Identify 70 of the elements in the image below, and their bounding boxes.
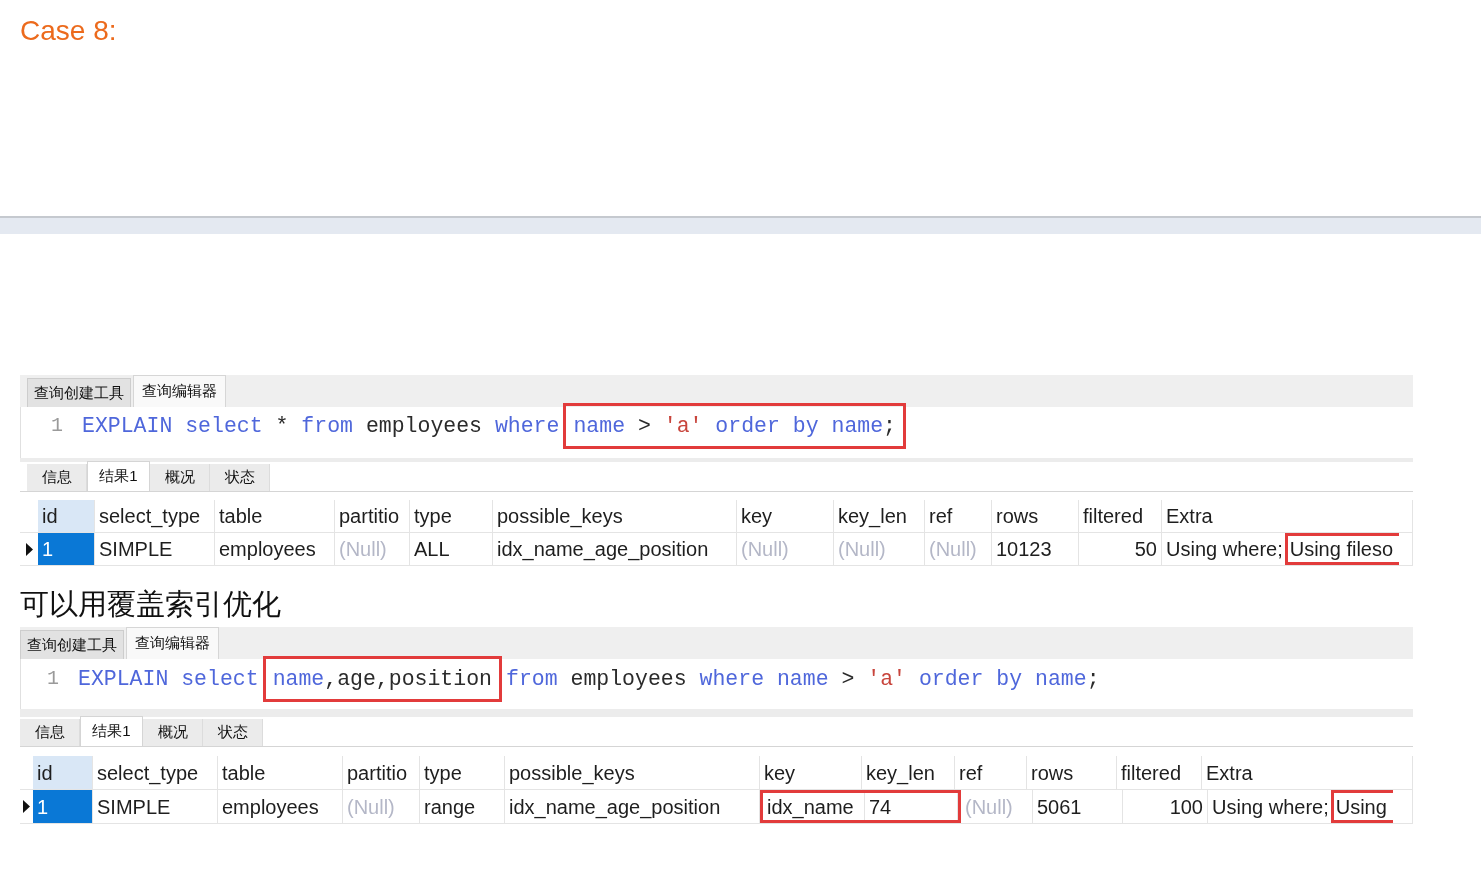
table-cell: (Null)	[343, 790, 420, 823]
editor-tab[interactable]: 查询创建工具	[27, 378, 131, 407]
column-header[interactable]: id	[38, 500, 95, 532]
cell-text: Using where;	[1166, 537, 1283, 562]
column-header[interactable]: Extra	[1162, 500, 1413, 532]
table-cell: 50	[1079, 533, 1162, 565]
column-header[interactable]: partitio	[343, 756, 420, 789]
column-header[interactable]: Extra	[1202, 756, 1413, 789]
column-header[interactable]: rows	[1027, 756, 1117, 789]
editor-tab[interactable]: 查询编辑器	[126, 627, 219, 659]
column-header[interactable]: ref	[955, 756, 1027, 789]
cell-text: Using fileso	[1289, 537, 1394, 562]
result-tab[interactable]: 结果1	[87, 461, 150, 491]
table-cell: SIMPLE	[93, 790, 218, 823]
line-number: 1	[50, 414, 63, 438]
column-header[interactable]: filtered	[1079, 500, 1162, 532]
caption-text: 可以用覆盖索引优化	[19, 587, 282, 622]
result-tab[interactable]: 状态	[203, 719, 263, 746]
line-number: 1	[46, 667, 59, 691]
editor-tab[interactable]: 查询编辑器	[133, 375, 226, 407]
table-cell: (Null)	[335, 533, 410, 565]
column-header[interactable]: possible_keys	[505, 756, 760, 789]
column-header[interactable]: key_len	[862, 756, 955, 789]
code-text: from employees where name > 'a' order by name;	[506, 667, 1100, 691]
table-cell: range	[420, 790, 505, 823]
result-tab[interactable]: 状态	[210, 464, 270, 491]
column-header[interactable]: ref	[925, 500, 992, 532]
table-cell: idx_name_age_position	[493, 533, 737, 565]
table-cell: 74	[865, 793, 958, 820]
code-text: name,age,position	[272, 667, 492, 691]
table-cell: employees	[215, 533, 335, 565]
column-header[interactable]: select_type	[95, 500, 215, 532]
table-cell: (Null)	[834, 533, 925, 565]
code-text: EXPLAIN select * from employees where	[82, 414, 560, 438]
column-header[interactable]: filtered	[1117, 756, 1202, 789]
table-cell: 5061	[1033, 790, 1123, 823]
table-cell: (Null)	[737, 533, 834, 565]
code-text: EXPLAIN select	[78, 667, 259, 691]
table-cell: ALL	[410, 533, 493, 565]
table-cell: SIMPLE	[95, 533, 215, 565]
column-header[interactable]: table	[218, 756, 343, 789]
column-header[interactable]: type	[410, 500, 493, 532]
column-header[interactable]: partitio	[335, 500, 410, 532]
table-cell: employees	[218, 790, 343, 823]
column-header[interactable]: key	[760, 756, 862, 789]
table-cell: 100	[1123, 790, 1208, 823]
column-header[interactable]: key_len	[834, 500, 925, 532]
code-text: name > 'a' order by name;	[573, 414, 896, 438]
cell-text: Using where;	[1212, 794, 1329, 820]
table-cell: idx_name	[763, 793, 865, 820]
column-header[interactable]: type	[420, 756, 505, 789]
column-header[interactable]: possible_keys	[493, 500, 737, 532]
result-tab[interactable]: 结果1	[80, 716, 143, 746]
column-header[interactable]: id	[33, 756, 93, 789]
table-cell: idx_name_age_position	[505, 790, 760, 823]
result-tab[interactable]: 概况	[150, 464, 210, 491]
column-header[interactable]: rows	[992, 500, 1079, 532]
column-header[interactable]: select_type	[93, 756, 218, 789]
column-header[interactable]: key	[737, 500, 834, 532]
table-cell: 10123	[992, 533, 1079, 565]
table-cell: 1	[33, 790, 93, 823]
cell-text: Using	[1335, 794, 1387, 820]
result-tab[interactable]: 信息	[20, 719, 80, 746]
editor-tab[interactable]: 查询创建工具	[20, 630, 124, 659]
table-cell: (Null)	[925, 533, 992, 565]
case-title: Case 8:	[19, 14, 118, 48]
column-header[interactable]: table	[215, 500, 335, 532]
table-cell: (Null)	[961, 790, 1033, 823]
result-tab[interactable]: 信息	[27, 464, 87, 491]
result-tab[interactable]: 概况	[143, 719, 203, 746]
